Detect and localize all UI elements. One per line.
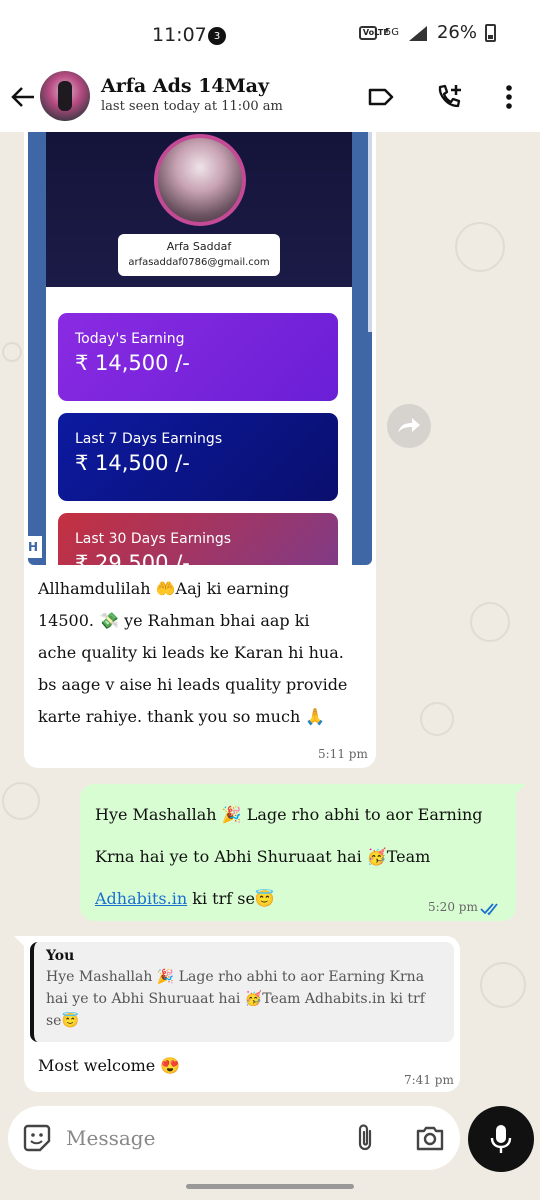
- message-line-rest: ki trf se😇: [187, 889, 275, 908]
- earning-card-value: ₹ 14,500 /-: [75, 451, 190, 475]
- quoted-message[interactable]: You Hye Mashallah 🎉 Lage rho abhi to aor…: [30, 942, 454, 1042]
- read-ticks-icon: [480, 903, 498, 916]
- wallpaper-doodle: [455, 222, 505, 272]
- message-line: ache quality ki leads ke Karan hi hua.: [38, 643, 344, 662]
- message-line: Allhamdulilah 🤲Aaj ki earning: [38, 579, 290, 598]
- h-badge-icon: H: [28, 536, 42, 558]
- label-icon[interactable]: [366, 82, 396, 112]
- earning-card-7-days: Last 7 Days Earnings ₹ 14,500 /-: [58, 413, 338, 501]
- forward-icon: [398, 418, 420, 433]
- message-time: 5:20 pm: [428, 900, 478, 914]
- contact-avatar[interactable]: [40, 71, 90, 121]
- back-arrow-icon[interactable]: [10, 84, 36, 110]
- battery-icon: [485, 23, 496, 42]
- earning-card-label: Last 7 Days Earnings: [75, 431, 223, 447]
- network-type: 5G: [384, 27, 399, 38]
- message-time: 5:11 pm: [318, 747, 368, 761]
- attach-icon[interactable]: [354, 1122, 376, 1154]
- volte-icon: VoLTE: [358, 25, 389, 40]
- voice-record-button[interactable]: [468, 1106, 534, 1172]
- more-vert-icon[interactable]: [494, 82, 524, 112]
- message-line: karte rahiye. thank you so much 🙏: [38, 707, 326, 726]
- message-time: 7:41 pm: [404, 1073, 454, 1087]
- wallpaper-doodle: [470, 602, 510, 642]
- quote-line: hai ye to Abhi Shuruaat hai 🥳Team Adhabi…: [46, 991, 425, 1007]
- earning-card-value: ₹ 14,500 /-: [75, 351, 190, 375]
- outgoing-message-bubble[interactable]: Hye Mashallah 🎉 Lage rho abhi to aor Ear…: [80, 784, 526, 921]
- incoming-message-bubble[interactable]: Arfa Saddaf arfasaddaf0786@gmail.com Tod…: [24, 132, 376, 768]
- earning-card-30-days: Last 30 Days Earnings ₹ 29,500 /-: [58, 513, 338, 565]
- add-call-icon[interactable]: [434, 82, 464, 112]
- message-link[interactable]: Adhabits.in: [95, 889, 187, 908]
- camera-icon[interactable]: [414, 1123, 446, 1153]
- profile-avatar: [154, 134, 246, 226]
- image-scrollbar: [368, 132, 372, 332]
- notification-count-badge: 3: [208, 27, 226, 45]
- home-indicator: [186, 1184, 354, 1189]
- wallpaper-doodle: [480, 962, 526, 1008]
- earning-card-value: ₹ 29,500 /-: [75, 551, 190, 565]
- quote-text: Hye Mashallah 🎉 Lage rho abhi to aor Ear…: [46, 966, 442, 1032]
- message-line: bs aage v aise hi leads quality provide: [38, 675, 348, 694]
- message-text: Most welcome 😍: [38, 1056, 181, 1075]
- chat-header: Arfa Ads 14May last seen today at 11:00 …: [0, 64, 540, 132]
- message-input-bar: [8, 1106, 460, 1170]
- message-input[interactable]: [66, 1120, 336, 1156]
- earning-card-label: Today's Earning: [75, 331, 185, 347]
- battery-percent: 26%: [436, 22, 477, 43]
- wallpaper-doodle: [2, 782, 40, 820]
- signal-icon: [408, 25, 427, 41]
- mic-icon: [490, 1125, 512, 1153]
- earning-card-label: Last 30 Days Earnings: [75, 531, 232, 547]
- quote-author: You: [46, 948, 75, 964]
- message-line: Krna hai ye to Abhi Shuruaat hai 🥳Team: [95, 847, 431, 866]
- status-time: 11:07: [152, 24, 207, 46]
- shared-image[interactable]: Arfa Saddaf arfasaddaf0786@gmail.com Tod…: [28, 132, 372, 565]
- profile-email: arfasaddaf0786@gmail.com: [128, 257, 270, 268]
- profile-name: Arfa Saddaf: [166, 240, 232, 253]
- wallpaper-doodle: [420, 702, 454, 736]
- earning-card-today: Today's Earning ₹ 14,500 /-: [58, 313, 338, 401]
- forward-button[interactable]: [387, 404, 431, 448]
- message-line: 14500. 💸 ye Rahman bhai aap ki: [38, 611, 310, 630]
- status-indicators: VoLTE 5G 26%: [358, 22, 496, 43]
- status-bar: 11:07 3 VoLTE 5G 26%: [0, 0, 540, 64]
- incoming-reply-bubble[interactable]: You Hye Mashallah 🎉 Lage rho abhi to aor…: [14, 936, 460, 1092]
- quote-line: Hye Mashallah 🎉 Lage rho abhi to aor Ear…: [46, 969, 425, 985]
- message-text: Allhamdulilah 🤲Aaj ki earning 14500. 💸 y…: [38, 573, 368, 733]
- chat-area[interactable]: Arfa Saddaf arfasaddaf0786@gmail.com Tod…: [0, 132, 540, 1100]
- quote-line: se😇: [46, 1013, 79, 1029]
- wallpaper-doodle: [2, 342, 22, 362]
- message-line: Hye Mashallah 🎉 Lage rho abhi to aor Ear…: [95, 805, 483, 824]
- sticker-icon[interactable]: [22, 1123, 52, 1153]
- last-seen-status: last seen today at 11:00 am: [101, 99, 283, 114]
- earnings-screenshot: Arfa Saddaf arfasaddaf0786@gmail.com Tod…: [46, 132, 352, 565]
- profile-banner: Arfa Saddaf arfasaddaf0786@gmail.com: [46, 132, 352, 287]
- profile-card: Arfa Saddaf arfasaddaf0786@gmail.com: [118, 234, 280, 276]
- contact-name[interactable]: Arfa Ads 14May: [101, 75, 269, 97]
